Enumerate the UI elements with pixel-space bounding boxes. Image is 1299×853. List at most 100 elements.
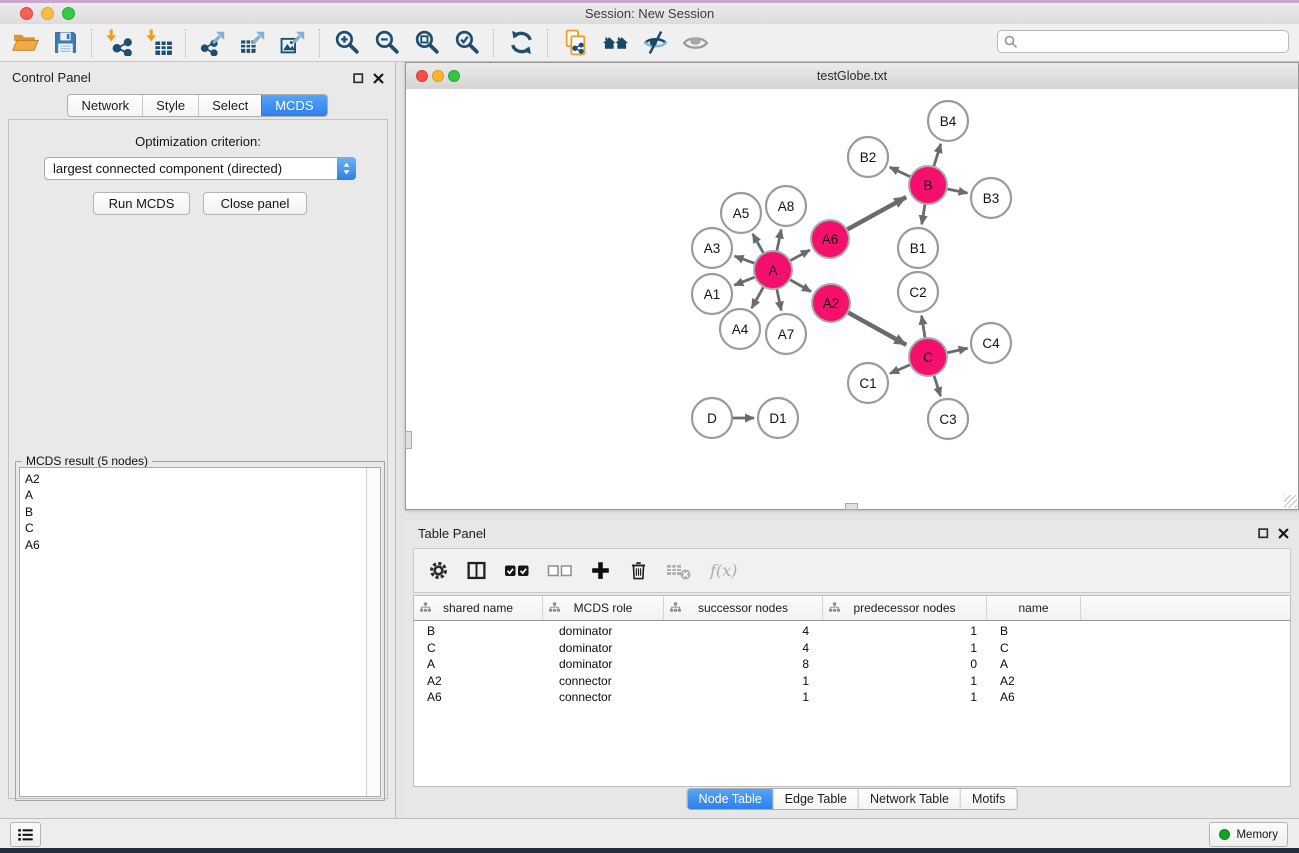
cell-successor-nodes[interactable]: 4 [664,641,823,655]
table-toolbar-fx-icon: f(x) [709,559,741,582]
cell-predecessor-nodes[interactable]: 1 [823,674,987,688]
toolbar-button-open-folder[interactable] [8,27,42,59]
float-panel-icon[interactable] [353,73,365,85]
search-input[interactable] [1022,32,1288,52]
table-tabs: Node TableEdge TableNetwork TableMotifs [687,788,1018,810]
close-table-panel-icon[interactable] [1278,528,1290,540]
toolbar-button-import-network[interactable] [102,27,136,59]
toolbar-button-zoom-fit[interactable] [410,27,444,59]
cell-MCDS-role[interactable]: dominator [543,641,664,655]
node-label-C3: C3 [939,412,956,427]
column-header-successor-nodes[interactable]: successor nodes [664,596,823,620]
tab-network[interactable]: Network [68,95,142,116]
cell-name[interactable]: A [987,657,1081,671]
table-row-a2[interactable]: A2connector11A2 [414,673,1290,690]
column-header-MCDS-role[interactable]: MCDS role [543,596,664,620]
network-canvas[interactable]: AA1A3A5A8A6A4A7A2BB2B4B3B1CC2C4C1C3DD1 [406,89,1298,509]
column-header-predecessor-nodes[interactable]: predecessor nodes [823,596,987,620]
tab-edge-table[interactable]: Edge Table [773,789,858,809]
toolbar-button-hide-eye[interactable] [638,27,672,59]
result-scrollbar[interactable] [366,468,380,796]
network-window-titlebar[interactable]: testGlobe.txt [406,63,1298,90]
memory-button[interactable]: Memory [1209,822,1288,847]
column-label: name [1018,601,1048,615]
table-row-a[interactable]: Adominator80A [414,656,1290,673]
tab-motifs[interactable]: Motifs [960,789,1016,809]
node-label-B4: B4 [940,114,957,129]
table-row-c[interactable]: Cdominator41C [414,640,1290,657]
table-row-a6[interactable]: A6connector11A6 [414,689,1290,706]
run-mcds-button[interactable]: Run MCDS [93,192,190,215]
left-splitter-handle[interactable] [405,431,412,449]
cell-MCDS-role[interactable]: dominator [543,624,664,638]
node-table: shared nameMCDS rolesuccessor nodesprede… [413,595,1291,787]
table-toolbar-checked-boxes-icon[interactable] [504,562,530,580]
tab-style[interactable]: Style [142,95,198,116]
search-box[interactable] [997,30,1289,53]
column-header-shared-name[interactable]: shared name [414,596,543,620]
toolbar-button-refresh[interactable] [504,27,538,59]
table-row-b[interactable]: Bdominator41B [414,623,1290,640]
cell-MCDS-role[interactable]: connector [543,674,664,688]
cell-shared-name[interactable]: A6 [414,690,543,704]
result-item-c[interactable]: C [25,520,361,536]
cell-predecessor-nodes[interactable]: 1 [823,690,987,704]
cell-predecessor-nodes[interactable]: 1 [823,624,987,638]
table-toolbar-gear-icon[interactable] [428,560,449,581]
cell-predecessor-nodes[interactable]: 0 [823,657,987,671]
optimization-criterion-dropdown[interactable]: largest connected component (directed) [44,157,356,180]
tab-select[interactable]: Select [198,95,261,116]
cell-name[interactable]: A6 [987,690,1081,704]
toolbar-button-houses[interactable] [598,27,632,59]
tab-network-table[interactable]: Network Table [858,789,960,809]
cell-name[interactable]: B [987,624,1081,638]
cell-name[interactable]: C [987,641,1081,655]
cell-shared-name[interactable]: B [414,624,543,638]
tab-mcds[interactable]: MCDS [261,95,326,116]
tab-node-table[interactable]: Node Table [688,789,773,809]
cell-successor-nodes[interactable]: 1 [664,690,823,704]
cell-shared-name[interactable]: A [414,657,543,671]
mcds-result-list[interactable]: A2ABCA6 [19,467,381,797]
toolbar-button-save[interactable] [48,27,82,59]
toolbar-button-zoom-selected[interactable] [450,27,484,59]
toolbar-button-export-image[interactable] [276,27,310,59]
cell-shared-name[interactable]: C [414,641,543,655]
cell-successor-nodes[interactable]: 1 [664,674,823,688]
column-header-name[interactable]: name [987,596,1081,620]
float-table-panel-icon[interactable] [1258,528,1270,540]
close-panel-button[interactable]: Close panel [203,192,307,215]
cell-shared-name[interactable]: A2 [414,674,543,688]
cell-MCDS-role[interactable]: connector [543,690,664,704]
resize-grip[interactable] [1284,495,1297,508]
toolbar-button-zoom-in[interactable] [330,27,364,59]
toolbar-button-export-network[interactable] [196,27,230,59]
toolbar-button-import-table[interactable] [142,27,176,59]
node-label-D1: D1 [769,411,786,426]
network-graph: AA1A3A5A8A6A4A7A2BB2B4B3B1CC2C4C1C3DD1 [406,89,1298,509]
table-toolbar-plus-icon[interactable] [590,560,611,581]
cell-successor-nodes[interactable]: 4 [664,624,823,638]
cell-successor-nodes[interactable]: 8 [664,657,823,671]
mcds-result-title: MCDS result (5 nodes) [22,454,152,468]
toolbar-button-export-table[interactable] [236,27,270,59]
table-toolbar-split-pane-icon[interactable] [466,560,487,581]
table-toolbar-trash-icon[interactable] [628,560,649,581]
result-item-a2[interactable]: A2 [25,471,361,487]
cell-MCDS-role[interactable]: dominator [543,657,664,671]
toolbar-button-zoom-out[interactable] [370,27,404,59]
bottom-splitter-handle[interactable] [845,503,858,510]
window-title: Session: New Session [0,3,1299,24]
toolbar-button-copy-network[interactable] [558,27,592,59]
toolbar-button-eye[interactable] [678,27,712,59]
close-panel-icon[interactable] [373,73,385,85]
result-item-b[interactable]: B [25,504,361,520]
result-item-a6[interactable]: A6 [25,537,361,553]
task-history-button[interactable] [10,822,41,847]
result-item-a[interactable]: A [25,487,361,503]
cell-predecessor-nodes[interactable]: 1 [823,641,987,655]
import-table-icon [146,29,173,56]
dropdown-stepper-icon[interactable] [337,157,356,180]
cell-name[interactable]: A2 [987,674,1081,688]
table-toolbar-unchecked-boxes-icon[interactable] [547,562,573,580]
